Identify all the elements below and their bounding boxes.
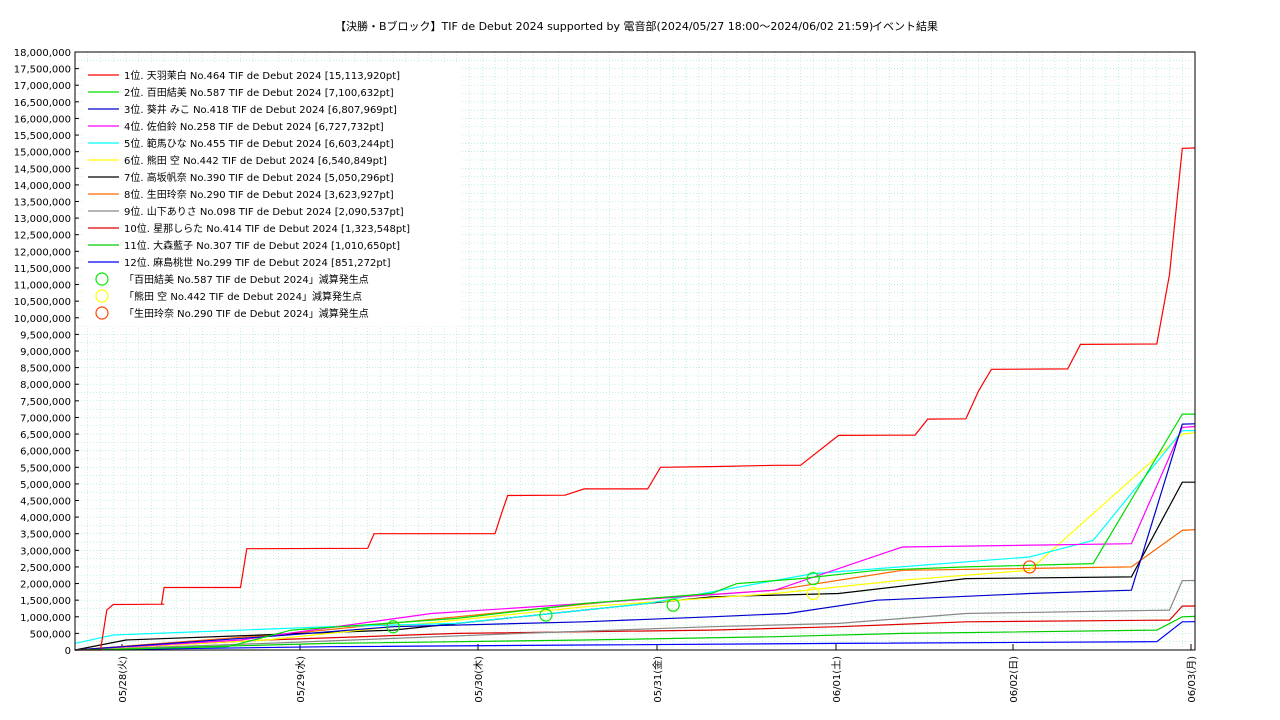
legend-label: 5位. 範馬ひな No.455 TIF de Debut 2024 [6,603… xyxy=(124,137,394,150)
y-tick-label: 18,000,000 xyxy=(14,48,71,59)
y-tick-label: 11,500,000 xyxy=(14,264,71,275)
y-tick-label: 8,500,000 xyxy=(20,364,71,375)
legend-label: 「百田結美 No.587 TIF de Debut 2024」減算発生点 xyxy=(124,273,369,286)
y-tick-label: 4,000,000 xyxy=(20,513,71,524)
y-tick-label: 16,500,000 xyxy=(14,98,71,109)
y-tick-label: 9,500,000 xyxy=(20,330,71,341)
y-tick-label: 16,000,000 xyxy=(14,114,71,125)
x-tick-label: 06/01(土) xyxy=(830,656,843,703)
chart-subtitle: イベント結果 xyxy=(872,19,938,33)
y-tick-label: 0 xyxy=(65,646,71,657)
legend: 1位. 天羽茉白 No.464 TIF de Debut 2024 [15,11… xyxy=(82,64,460,326)
legend-label: 1位. 天羽茉白 No.464 TIF de Debut 2024 [15,11… xyxy=(124,69,400,82)
x-tick-label: 06/02(日) xyxy=(1009,656,1020,703)
y-tick-label: 17,500,000 xyxy=(14,65,71,76)
y-tick-label: 2,000,000 xyxy=(20,580,71,591)
y-tick-label: 7,500,000 xyxy=(20,397,71,408)
y-axis-ticks: 0 500,000 1,000,000 1,500,000 2,000,000 2,500… xyxy=(14,48,79,657)
x-tick-label: 05/28(火) xyxy=(117,656,129,703)
legend-label: 12位. 麻島桃世 No.299 TIF de Debut 2024 [851,… xyxy=(124,256,391,269)
legend-label: 「生田玲奈 No.290 TIF de Debut 2024」減算発生点 xyxy=(124,307,369,320)
y-tick-label: 10,500,000 xyxy=(14,297,71,308)
y-tick-label: 12,500,000 xyxy=(14,231,71,242)
y-tick-label: 1,500,000 xyxy=(20,596,71,607)
y-tick-label: 5,000,000 xyxy=(20,480,71,491)
y-tick-label: 12,000,000 xyxy=(14,247,71,258)
y-tick-label: 4,500,000 xyxy=(20,497,71,508)
y-tick-label: 14,000,000 xyxy=(14,181,71,192)
y-tick-label: 6,000,000 xyxy=(20,447,71,458)
y-tick-label: 9,000,000 xyxy=(20,347,71,358)
x-tick-label: 05/31(金) xyxy=(651,656,664,703)
legend-label: 9位. 山下ありさ No.098 TIF de Debut 2024 [2,09… xyxy=(124,205,404,218)
legend-label: 6位. 熊田 空 No.442 TIF de Debut 2024 [6,540… xyxy=(124,154,387,167)
y-tick-label: 17,000,000 xyxy=(14,81,71,92)
legend-label: 10位. 星那しらた No.414 TIF de Debut 2024 [1,3… xyxy=(124,222,410,235)
y-tick-label: 13,500,000 xyxy=(14,198,71,209)
legend-label: 「熊田 空 No.442 TIF de Debut 2024」減算発生点 xyxy=(124,290,362,303)
legend-label: 8位. 生田玲奈 No.290 TIF de Debut 2024 [3,623… xyxy=(124,188,394,201)
legend-label: 7位. 高坂帆奈 No.390 TIF de Debut 2024 [5,050… xyxy=(124,171,394,184)
y-tick-label: 3,500,000 xyxy=(20,530,71,541)
y-tick-label: 2,500,000 xyxy=(20,563,71,574)
chart: 【決勝・Bブロック】TIF de Debut 2024 supported by… xyxy=(0,0,1280,720)
y-tick-label: 3,000,000 xyxy=(20,546,71,557)
legend-label: 2位. 百田結美 No.587 TIF de Debut 2024 [7,100… xyxy=(124,86,394,99)
y-tick-label: 15,000,000 xyxy=(14,148,71,159)
y-tick-label: 11,000,000 xyxy=(14,281,71,292)
y-tick-label: 10,000,000 xyxy=(14,314,71,325)
x-tick-label: 06/03(月) xyxy=(1186,656,1198,703)
legend-label: 11位. 大森藍子 No.307 TIF de Debut 2024 [1,01… xyxy=(124,239,400,252)
y-tick-label: 7,000,000 xyxy=(20,413,71,424)
y-tick-label: 14,500,000 xyxy=(14,164,71,175)
legend-label: 3位. 葵井 みこ No.418 TIF de Debut 2024 [6,80… xyxy=(124,103,397,116)
y-tick-label: 500,000 xyxy=(30,629,71,640)
y-tick-label: 8,000,000 xyxy=(20,380,71,391)
x-tick-label: 05/29(水) xyxy=(295,656,307,703)
y-tick-label: 13,000,000 xyxy=(14,214,71,225)
legend-label: 4位. 佐伯鈴 No.258 TIF de Debut 2024 [6,727,… xyxy=(124,120,384,133)
x-tick-label: 05/30(木) xyxy=(473,656,485,703)
y-tick-label: 5,500,000 xyxy=(20,463,71,474)
chart-title: 【決勝・Bブロック】TIF de Debut 2024 supported by… xyxy=(335,19,873,33)
y-tick-label: 15,500,000 xyxy=(14,131,71,142)
y-tick-label: 1,000,000 xyxy=(20,613,71,624)
y-tick-label: 6,500,000 xyxy=(20,430,71,441)
